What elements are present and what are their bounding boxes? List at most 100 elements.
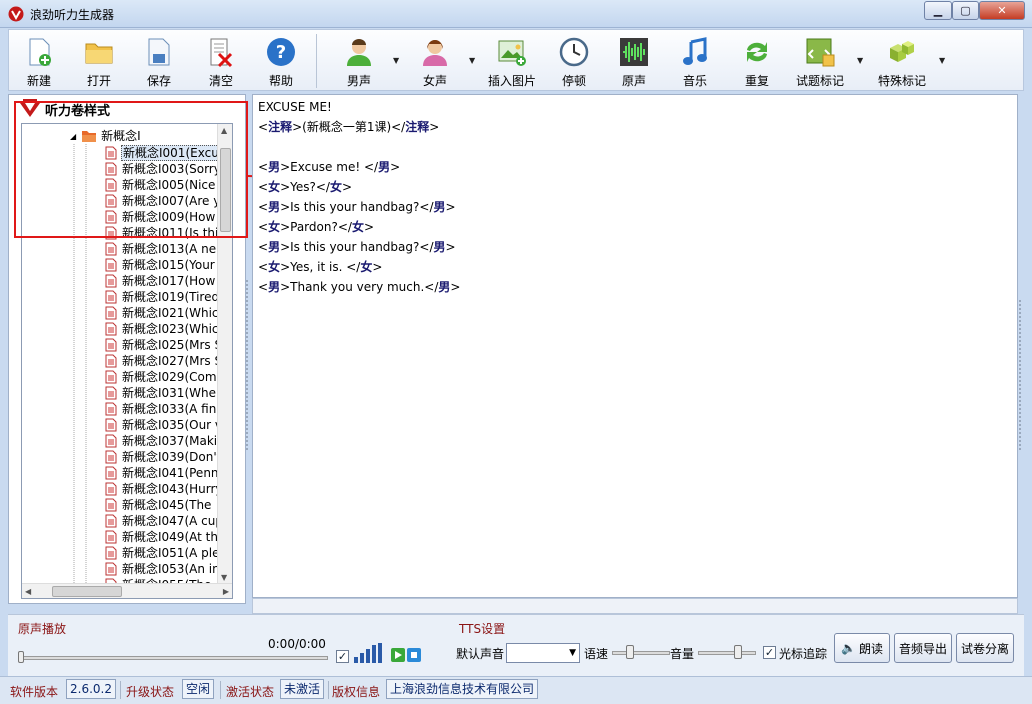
tree-vertical-scrollbar[interactable]: ▲ ▼ [217,124,232,584]
speed-slider-track[interactable] [612,651,670,655]
editor-line[interactable]: <男>Thank you very much.</男> [258,277,460,297]
open-button[interactable]: 打开 [79,30,119,90]
new-file-icon [29,38,51,66]
male-dropdown-icon[interactable]: ▼ [393,56,399,65]
special-mark-dropdown-icon[interactable]: ▼ [939,56,945,65]
scroll-up-icon[interactable]: ▲ [221,126,227,135]
insert-image-button[interactable]: 插入图片 [487,30,537,90]
playback-label: 原声播放 [18,622,67,636]
tree-item[interactable]: 新概念I021(Whic [104,305,218,321]
tree-item[interactable]: 新概念I049(At th [104,529,218,545]
clear-button[interactable]: 清空 [201,30,241,90]
scroll-right-icon[interactable]: ▶ [223,587,229,596]
read-aloud-button[interactable]: 🔈 朗读 [834,633,890,663]
tree-item[interactable]: 新概念I039(Don't [104,449,218,465]
tree-item[interactable]: 新概念I035(Our v [104,417,218,433]
right-splitter[interactable] [1019,300,1023,450]
document-icon [105,370,117,384]
tree-item[interactable]: 新概念I017(How [104,273,218,289]
scroll-thumb[interactable] [220,148,231,232]
voice-label: 默认声音 [456,647,505,661]
cursor-follow-checkbox[interactable]: ✓ [763,646,776,659]
pause-button[interactable]: 停顿 [554,30,594,90]
tree-item[interactable]: 新概念I031(Whe [104,385,218,401]
editor-line[interactable]: <男>Is this your handbag?</男> [258,197,456,217]
speed-label: 语速 [584,647,609,661]
panel-header: 听力卷样式 [19,99,110,119]
tree-item[interactable]: 新概念I033(A fin [104,401,218,417]
tree-root-node[interactable]: ◢ 新概念I [70,128,142,144]
speed-slider-thumb[interactable] [626,645,634,659]
play-icon[interactable] [391,648,405,662]
scroll-left-icon[interactable]: ◀ [25,587,31,596]
script-editor[interactable]: EXCUSE ME! <注释>(新概念一第1课)</注释> <男>Excuse me… [252,94,1018,598]
editor-line[interactable]: <女>Pardon?</女> [258,217,374,237]
voice-select[interactable]: ▼ [506,643,580,663]
stop-icon[interactable] [407,648,421,662]
tree-item[interactable]: 新概念I025(Mrs S [104,337,218,353]
tree-item[interactable]: 新概念I011(Is thi [104,225,218,241]
male-voice-button[interactable]: 男声 [339,30,379,90]
tree-item[interactable]: 新概念I007(Are y [104,193,218,209]
tree-item[interactable]: 新概念I037(Makin [104,433,218,449]
editor-line[interactable]: EXCUSE ME! [258,97,332,117]
special-mark-button[interactable]: 特殊标记 [877,30,927,90]
editor-line[interactable]: <男>Excuse me! </男> [258,157,400,177]
tree-item[interactable]: 新概念I001(Excu [104,145,218,161]
tree-item[interactable]: 新概念I047(A cup [104,513,218,529]
tree-item[interactable]: 新概念I043(Hurry [104,481,218,497]
tree-item[interactable]: 新概念I003(Sorry [104,161,218,177]
maximize-button[interactable]: ▢ [952,1,979,20]
question-mark-button[interactable]: 试题标记 [795,30,845,90]
voice-dropdown-icon[interactable]: ▼ [569,648,576,658]
playback-progress-track[interactable] [18,656,328,660]
minimize-button[interactable]: ▁ [924,1,952,20]
scroll-down-icon[interactable]: ▼ [221,573,227,582]
lesson-tree[interactable]: ◢ 新概念I 新概念I001(Excu 新概念I003(Sorry 新概念I005(… [21,123,233,599]
tree-item[interactable]: 新概念I019(Tired [104,289,218,305]
repeat-button[interactable]: 重复 [737,30,777,90]
tree-item[interactable]: 新概念I013(A ne [104,241,218,257]
collapse-icon[interactable]: ◢ [70,132,76,141]
volume-slider-thumb[interactable] [734,645,742,659]
audio-export-button[interactable]: 音频导出 [894,633,952,663]
control-area: 原声播放 0:00/0:00 ✓ TTS设置 默认声音 ▼ 语速 音量 ✓ 光标… [8,614,1024,676]
status-bar: 软件版本 2.6.0.2 升级状态 空闲 激活状态 未激活 版权信息 上海浪劲信… [0,676,1032,704]
tree-item[interactable]: 新概念I029(Come [104,369,218,385]
scroll-thumb-horizontal[interactable] [52,586,122,597]
document-icon [105,402,117,416]
female-dropdown-icon[interactable]: ▼ [469,56,475,65]
tree-item[interactable]: 新概念I045(The [104,497,218,513]
tree-item[interactable]: 新概念I027(Mrs S [104,353,218,369]
split-paper-button[interactable]: 试卷分离 [956,633,1014,663]
tree-horizontal-scrollbar[interactable]: ◀ ▶ [22,583,232,598]
svg-text:?: ? [276,42,286,63]
editor-line[interactable]: <男>Is this your handbag?</男> [258,237,456,257]
tree-item[interactable]: 新概念I005(Nice [104,177,218,193]
tree-item[interactable]: 新概念I015(Your [104,257,218,273]
editor-line[interactable]: <注释>(新概念一第1课)</注释> [258,117,439,137]
tree-item[interactable]: 新概念I023(Whic [104,321,218,337]
document-icon [105,322,117,336]
left-splitter[interactable] [246,280,250,450]
female-voice-button[interactable]: 女声 [415,30,455,90]
close-button[interactable]: ✕ [979,1,1025,20]
playback-checkbox[interactable]: ✓ [336,650,349,663]
question-mark-dropdown-icon[interactable]: ▼ [857,56,863,65]
editor-horizontal-scrollbar[interactable] [252,598,1018,614]
tree-item[interactable]: 新概念I053(An in [104,561,218,577]
music-button[interactable]: 音乐 [675,30,715,90]
document-icon [105,274,117,288]
app-logo-icon [8,6,24,22]
tree-item[interactable]: 新概念I041(Penn [104,465,218,481]
tree-item[interactable]: 新概念I051(A ple [104,545,218,561]
editor-line[interactable]: <女>Yes, it is. </女> [258,257,382,277]
new-button[interactable]: 新建 [19,30,59,90]
volume-slider-track[interactable] [698,651,756,655]
tree-item[interactable]: 新概念I009(How [104,209,218,225]
save-button[interactable]: 保存 [139,30,179,90]
original-sound-button[interactable]: 原声 [614,30,654,90]
help-button[interactable]: ? 帮助 [261,30,301,90]
playback-progress-thumb[interactable] [18,651,24,663]
editor-line[interactable]: <女>Yes?</女> [258,177,352,197]
